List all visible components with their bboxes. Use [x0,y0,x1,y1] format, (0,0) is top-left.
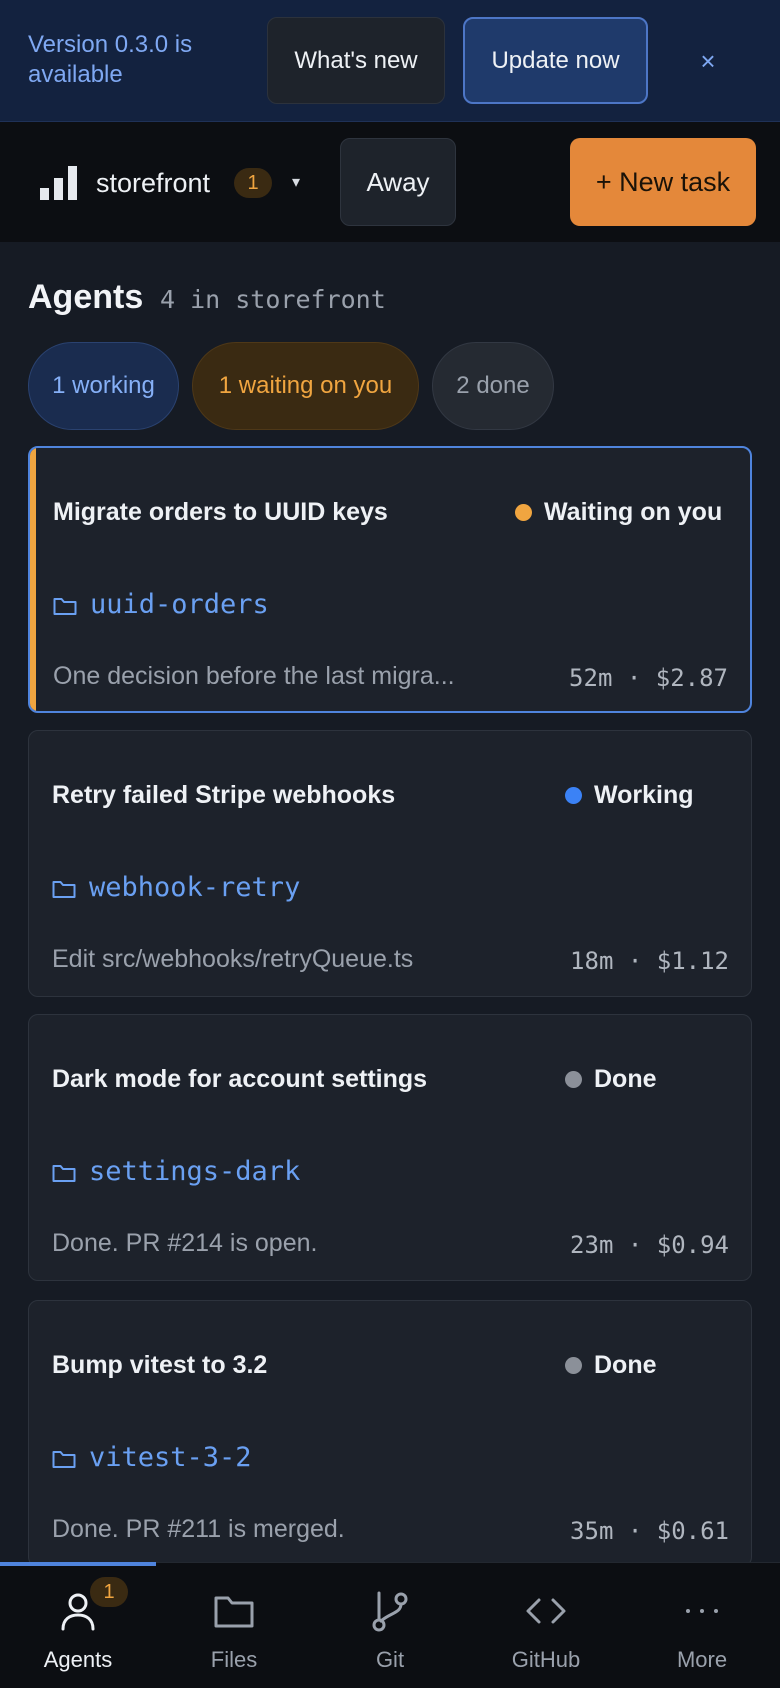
bottom-nav: 1 Agents Files Git GitHub More [0,1562,780,1688]
status-dot-icon [565,1356,582,1374]
task-title: Dark mode for account settings [52,1065,428,1093]
task-meta: 23m · $0.94 [570,1231,729,1259]
task-status: Waiting on you [515,496,722,528]
task-description: Done. PR #214 is open. [52,1229,318,1257]
task-status: Done [565,1349,657,1381]
status-dot-icon [515,503,532,521]
update-banner-text: Version 0.3.0 is available [28,31,193,88]
task-description: Done. PR #211 is merged. [52,1515,345,1543]
task-status-label: Done [594,1065,657,1093]
nav-item-agents[interactable]: 1 Agents [0,1563,156,1688]
nav-label: More [676,1647,728,1672]
task-card[interactable]: Dark mode for account settings Done sett… [28,1014,752,1281]
folder-icon [52,881,76,898]
task-status-label: Done [594,1351,657,1379]
task-card[interactable]: Migrate orders to UUID keys Waiting on y… [28,446,752,713]
task-card[interactable]: Retry failed Stripe webhooks Working web… [28,730,752,997]
whats-new-button[interactable]: What's new [267,17,445,104]
nav-item-git[interactable]: Git [312,1563,468,1688]
task-branch: settings-dark [89,1156,301,1187]
task-status: Done [565,1063,657,1095]
nav-label: GitHub [511,1647,581,1672]
nav-item-more[interactable]: More [624,1563,780,1688]
task-description: One decision before the last migra... [53,662,455,690]
agents-count: 4 in storefront [160,285,386,314]
page-title: Agents [28,278,144,316]
nav-item-files[interactable]: Files [156,1563,312,1688]
task-meta: 52m · $2.87 [569,664,728,692]
folder-icon [53,598,77,615]
status-dot-icon [565,1070,582,1088]
update-now-button[interactable]: Update now [463,17,648,104]
away-button[interactable]: Away [340,138,456,226]
task-description: Edit src/webhooks/retryQueue.ts [52,945,414,973]
git-branch-icon [372,1591,408,1632]
filter-working-chip[interactable]: 1 working [28,342,179,430]
close-banner-button[interactable]: × [690,38,726,84]
close-icon: × [700,45,716,76]
filter-done-chip[interactable]: 2 done [432,342,554,430]
app-header: storefront 1 ▾ Away + New task [0,122,780,242]
task-status-label: Waiting on you [544,498,723,526]
folder-icon [52,1165,76,1182]
status-dot-icon [565,786,582,804]
task-meta: 18m · $1.12 [570,947,729,975]
nav-label: Agents [43,1647,113,1672]
task-title: Retry failed Stripe webhooks [52,781,396,809]
agents-badge: 1 [90,1577,128,1607]
task-status-label: Working [594,781,694,809]
task-title: Bump vitest to 3.2 [52,1351,268,1379]
nav-item-github[interactable]: GitHub [468,1563,624,1688]
nav-label: Git [375,1647,405,1672]
waiting-accent-bar [30,448,36,711]
task-branch: uuid-orders [90,589,269,620]
code-icon [526,1598,566,1624]
task-card[interactable]: Bump vitest to 3.2 Done vitest-3-2 Done.… [28,1300,752,1567]
project-badge: 1 [234,168,272,198]
new-task-button[interactable]: + New task [570,138,756,226]
task-title: Migrate orders to UUID keys [53,498,388,526]
task-branch: webhook-retry [89,872,301,903]
update-banner: Version 0.3.0 is available What's new Up… [0,0,780,122]
folder-icon [214,1596,254,1628]
task-branch: vitest-3-2 [89,1442,252,1473]
filter-waiting-chip[interactable]: 1 waiting on you [192,342,419,430]
chevron-down-icon: ▾ [292,174,301,191]
more-icon [686,1609,718,1613]
task-meta: 35m · $0.61 [570,1517,729,1545]
nav-label: Files [210,1647,258,1672]
signal-bars-icon [40,166,77,200]
project-name: storefront [96,168,211,198]
folder-icon [52,1451,76,1468]
task-status: Working [565,779,694,811]
